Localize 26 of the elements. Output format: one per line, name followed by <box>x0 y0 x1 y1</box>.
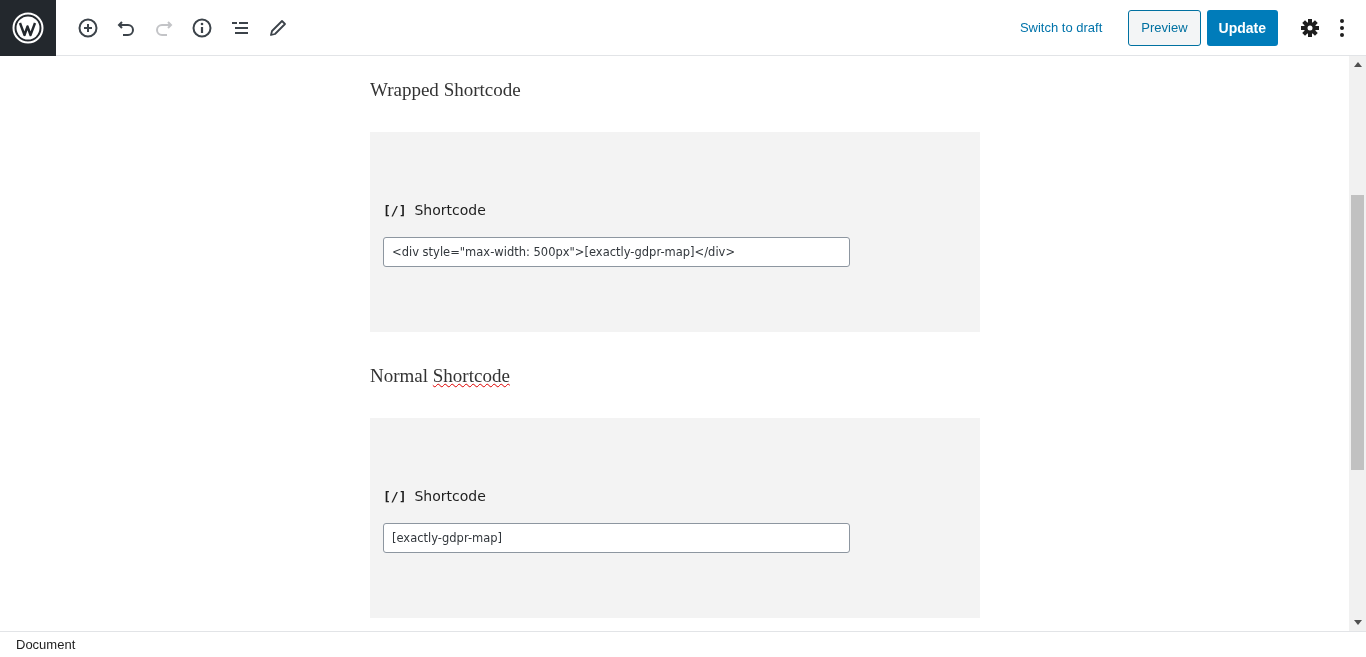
undo-icon <box>117 19 135 36</box>
shortcode-field[interactable]: <div style="max-width: 500px">[exactly-gdpr-map]</div> <box>383 237 850 267</box>
block-label: Shortcode <box>414 202 486 218</box>
pencil-icon <box>269 18 287 37</box>
block-label: Shortcode <box>414 488 486 504</box>
redo-icon <box>155 19 173 36</box>
switch-to-draft-link[interactable]: Switch to draft <box>1019 20 1103 35</box>
shortcode-field[interactable]: [exactly-gdpr-map] <box>383 523 850 553</box>
plus-circle-icon <box>78 17 98 38</box>
breadcrumb-text: Document <box>16 637 76 652</box>
vertical-dots-icon <box>1340 18 1344 37</box>
list-icon <box>231 20 249 35</box>
heading: Wrapped Shortcode <box>370 78 521 102</box>
scrollbar-thumb[interactable] <box>1351 195 1364 470</box>
preview-button[interactable]: Preview <box>1128 9 1201 46</box>
wordpress-logo[interactable] <box>0 0 56 56</box>
scroll-down-icon <box>1353 620 1362 625</box>
wordpress-icon <box>12 11 44 44</box>
settings-icon <box>1300 17 1320 38</box>
update-button[interactable]: Update <box>1206 9 1278 46</box>
heading: Normal Shortcode <box>370 364 510 388</box>
scroll-up-icon <box>1353 62 1362 67</box>
info-icon <box>192 17 212 38</box>
shortcode-icon: [/] <box>383 202 407 218</box>
scrollbar[interactable] <box>1349 56 1366 631</box>
shortcode-icon: [/] <box>383 488 407 504</box>
